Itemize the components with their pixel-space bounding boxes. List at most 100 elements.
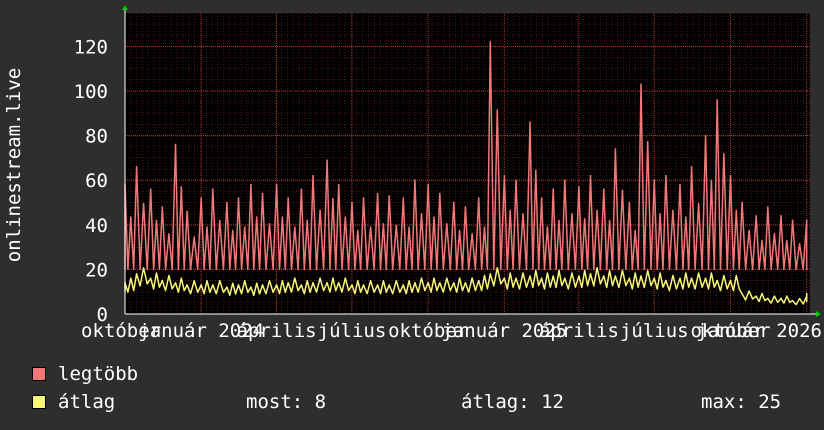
data-point-0-34 bbox=[552, 188, 555, 190]
data-point-1-1 bbox=[135, 273, 138, 275]
data-point-0-32 bbox=[529, 121, 531, 124]
legend-row-avg: átlag bbox=[32, 391, 115, 413]
data-point-1-13 bbox=[287, 281, 289, 284]
data-point-1-7 bbox=[211, 284, 214, 286]
data-point-0-53 bbox=[791, 219, 794, 222]
data-point-0-19 bbox=[362, 197, 365, 199]
data-point-1-20 bbox=[376, 284, 379, 286]
data-point-0-54 bbox=[805, 219, 808, 222]
stat-average: átlag: 12 bbox=[461, 391, 564, 413]
data-point-1-37 bbox=[589, 273, 592, 275]
data-point-0-16 bbox=[326, 159, 328, 161]
data-point-1-44 bbox=[679, 277, 681, 280]
y-tick-label: 120 bbox=[74, 36, 108, 58]
x-axis-arrow bbox=[816, 311, 821, 317]
data-point-1-22 bbox=[402, 284, 405, 286]
data-point-1-50 bbox=[755, 295, 757, 297]
legend-label-max: legtöbb bbox=[58, 363, 139, 385]
data-point-1-2 bbox=[149, 277, 152, 280]
legend-swatch-max bbox=[32, 367, 46, 381]
data-point-0-35 bbox=[564, 179, 566, 182]
data-point-1-49 bbox=[741, 293, 743, 295]
data-point-1-19 bbox=[362, 284, 365, 286]
data-point-0-14 bbox=[300, 188, 303, 190]
x-tick-label: július bbox=[620, 320, 689, 342]
y-tick-label: 100 bbox=[74, 81, 108, 103]
data-point-0-37 bbox=[589, 174, 592, 177]
y-tick-label: 60 bbox=[85, 170, 108, 192]
data-point-0-46 bbox=[704, 134, 707, 137]
data-point-0-48 bbox=[729, 174, 732, 177]
data-point-0-23 bbox=[414, 179, 416, 182]
data-point-1-43 bbox=[665, 279, 667, 282]
data-point-0-39 bbox=[614, 148, 617, 150]
data-point-0-26 bbox=[453, 201, 455, 204]
data-point-1-33 bbox=[540, 277, 543, 280]
data-point-1-12 bbox=[275, 284, 278, 286]
data-point-1-17 bbox=[337, 281, 340, 284]
data-point-1-48 bbox=[729, 279, 732, 282]
data-point-0-44 bbox=[679, 183, 681, 186]
data-point-1-46 bbox=[704, 277, 707, 280]
y-tick-label: 40 bbox=[85, 215, 108, 237]
data-point-0-43 bbox=[665, 174, 667, 177]
stat-maximum: max: 25 bbox=[701, 391, 782, 413]
data-point-0-40 bbox=[628, 201, 631, 204]
data-point-0-8 bbox=[226, 201, 228, 204]
data-point-1-52 bbox=[780, 297, 782, 300]
data-point-0-20 bbox=[376, 192, 379, 195]
data-point-1-51 bbox=[766, 297, 769, 300]
data-point-1-39 bbox=[614, 275, 617, 277]
data-point-1-27 bbox=[464, 281, 467, 284]
data-point-1-40 bbox=[628, 277, 631, 280]
data-point-1-25 bbox=[438, 281, 441, 284]
data-point-0-38 bbox=[602, 188, 605, 190]
y-tick-label: 20 bbox=[85, 259, 108, 281]
data-point-0-1 bbox=[135, 166, 138, 168]
data-point-0-22 bbox=[402, 197, 405, 199]
x-tick-label: április bbox=[539, 320, 619, 342]
y-tick-labels: 020406080100120 bbox=[74, 36, 108, 326]
data-point-0-42 bbox=[653, 179, 656, 182]
data-point-1-24 bbox=[427, 281, 429, 284]
data-point-0-12 bbox=[275, 183, 278, 186]
data-point-0-29 bbox=[489, 41, 492, 43]
data-point-0-10 bbox=[250, 183, 252, 186]
data-point-0-3 bbox=[161, 206, 164, 208]
data-point-1-31 bbox=[515, 277, 517, 280]
data-point-1-18 bbox=[351, 284, 353, 286]
data-point-1-41 bbox=[640, 275, 642, 277]
data-point-1-26 bbox=[453, 281, 455, 284]
data-point-0-9 bbox=[237, 197, 240, 199]
data-point-0-27 bbox=[464, 206, 467, 208]
data-point-0-17 bbox=[337, 183, 340, 186]
x-tick-label: április bbox=[237, 320, 317, 342]
data-point-0-24 bbox=[427, 183, 429, 186]
data-point-1-34 bbox=[552, 275, 555, 277]
data-point-0-33 bbox=[540, 197, 543, 199]
data-point-0-49 bbox=[741, 201, 743, 204]
data-point-1-11 bbox=[261, 284, 264, 286]
data-point-0-41 bbox=[640, 83, 642, 86]
data-point-0-7 bbox=[211, 188, 214, 190]
data-point-0-18 bbox=[351, 201, 353, 204]
data-point-1-54 bbox=[805, 295, 808, 297]
x-tick-label: január 2026 bbox=[696, 320, 822, 342]
data-point-0-52 bbox=[780, 215, 782, 217]
data-point-0-51 bbox=[766, 206, 769, 208]
data-point-1-3 bbox=[161, 279, 164, 282]
data-point-1-10 bbox=[250, 286, 252, 289]
data-point-0-5 bbox=[186, 210, 188, 213]
stat-current: most: 8 bbox=[246, 391, 327, 413]
data-point-1-8 bbox=[226, 286, 228, 289]
data-point-0-4 bbox=[174, 143, 177, 146]
data-point-0-21 bbox=[388, 195, 391, 197]
x-tick-label: július bbox=[318, 320, 387, 342]
data-point-1-45 bbox=[690, 277, 693, 280]
data-point-1-9 bbox=[237, 284, 240, 286]
data-point-0-31 bbox=[515, 179, 517, 182]
chart: 020406080100120 októberjanuár 2024áprili… bbox=[3, 5, 822, 342]
data-point-0-11 bbox=[261, 192, 264, 195]
data-point-1-5 bbox=[186, 284, 188, 286]
data-point-0-36 bbox=[578, 186, 580, 188]
